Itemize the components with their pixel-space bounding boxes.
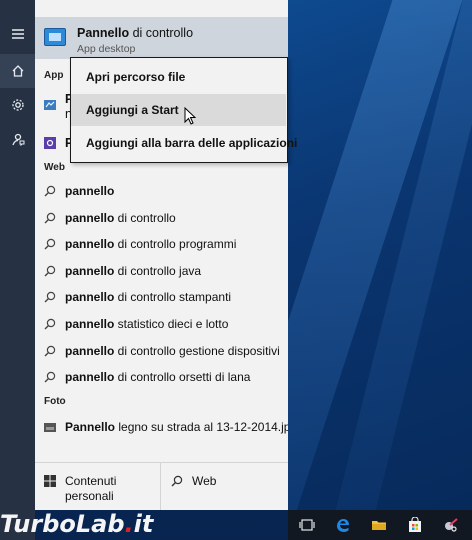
web-suggestion-item[interactable]: pannello di controllo orsetti di lana <box>35 364 288 390</box>
context-menu: Apri percorso file Aggiungi a Start Aggi… <box>70 57 297 163</box>
file-explorer-icon[interactable] <box>361 510 397 540</box>
settings-gear-icon <box>44 137 56 149</box>
control-panel-icon <box>44 28 66 46</box>
search-icon <box>44 371 56 383</box>
web-suggestion-item[interactable]: pannello di controllo programmi <box>35 231 288 257</box>
section-label-web: Web <box>44 162 65 173</box>
search-icon <box>44 292 56 303</box>
best-match-title: Pannello di controllo <box>77 26 194 40</box>
section-label-foto: Foto <box>44 396 66 407</box>
menu-item-pin-to-start[interactable]: Aggiungi a Start <box>71 94 286 126</box>
tab-personal-label-line2: personali <box>65 489 114 503</box>
web-suggestion-item[interactable]: pannello di controllo stampanti <box>35 284 288 310</box>
search-icon <box>44 265 56 277</box>
web-suggestion-label: pannello di controllo programmi <box>65 237 237 252</box>
tab-personal-label-line1: Contenuti <box>65 474 117 488</box>
web-suggestion-item[interactable]: pannello <box>35 178 288 204</box>
menu-item-open-file-location[interactable]: Apri percorso file <box>71 61 286 93</box>
turbolab-watermark-logo: TurboLab.it <box>0 510 154 538</box>
bottom-tabs: Contenuti personali Web <box>35 462 288 510</box>
search-icon <box>44 185 56 197</box>
tab-web-label: Web <box>192 474 217 488</box>
photo-result-label: Pannello legno su strada al 13-12-2014.j… <box>65 420 288 434</box>
web-suggestion-label: pannello <box>65 184 115 198</box>
section-label-app: App <box>44 70 64 81</box>
web-suggestion-item[interactable]: pannello di controllo java <box>35 258 288 284</box>
search-icon <box>44 212 56 224</box>
control-panel-icon <box>44 100 56 110</box>
tab-web[interactable]: Web <box>162 463 288 510</box>
start-left-rail <box>0 0 35 540</box>
web-suggestion-label: pannello di controllo gestione dispositi… <box>65 343 280 358</box>
taskbar <box>288 510 472 540</box>
web-suggestion-label: pannello di controllo stampanti <box>65 290 232 305</box>
snipping-tool-icon[interactable] <box>433 510 469 540</box>
mouse-cursor-icon <box>184 107 196 125</box>
best-match-control-panel[interactable]: Pannello di controllo App desktop <box>35 17 288 59</box>
hamburger-menu-icon[interactable] <box>0 17 35 51</box>
menu-item-pin-to-taskbar[interactable]: Aggiungi alla barra delle applicazioni <box>71 127 297 159</box>
search-icon <box>44 318 56 330</box>
web-suggestion-label: pannello di controllo <box>65 210 176 225</box>
best-match-subtitle: App desktop <box>77 43 136 55</box>
edge-browser-icon[interactable] <box>325 510 361 540</box>
windows-logo-icon <box>44 475 56 487</box>
web-suggestion-label: pannello statistico dieci e lotto <box>65 317 229 331</box>
photo-result[interactable]: Pannello legno su strada al 13-12-2014.j… <box>35 414 288 440</box>
web-suggestion-label: pannello di controllo orsetti di lana <box>65 370 251 385</box>
desktop-wallpaper <box>288 0 472 510</box>
gear-icon[interactable] <box>0 88 35 122</box>
home-icon[interactable] <box>0 54 35 88</box>
image-file-icon <box>44 423 56 432</box>
task-view-icon[interactable] <box>289 510 325 540</box>
store-icon[interactable] <box>397 510 433 540</box>
web-suggestion-label: pannello di controllo java <box>65 263 202 278</box>
web-suggestion-item[interactable]: pannello di controllo <box>35 205 288 231</box>
feedback-icon[interactable] <box>0 122 35 156</box>
web-suggestion-item[interactable]: pannello statistico dieci e lotto <box>35 311 288 337</box>
web-suggestion-item[interactable]: pannello di controllo gestione dispositi… <box>35 338 288 364</box>
tab-personal-content[interactable]: Contenuti personali <box>35 463 161 510</box>
search-icon <box>44 238 56 250</box>
search-icon <box>44 345 56 357</box>
search-icon <box>171 475 183 487</box>
